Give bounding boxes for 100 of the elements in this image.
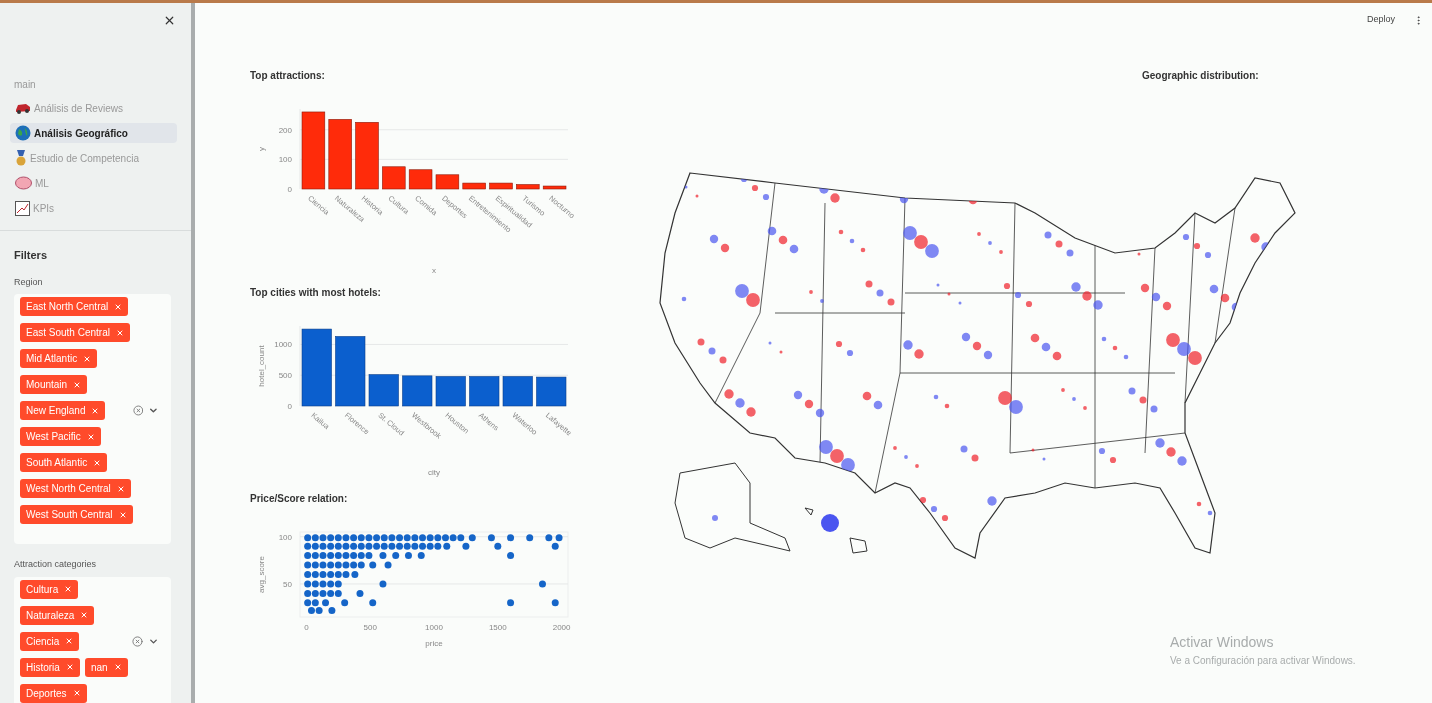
filter-label: Attraction categories [14, 558, 98, 571]
remove-icon[interactable] [115, 328, 124, 337]
axis-tick-label: 2000 [552, 623, 571, 632]
filter-tag[interactable]: Mountain [20, 375, 88, 394]
axis-tick-label: 500 [363, 623, 377, 632]
remove-icon[interactable] [91, 406, 100, 415]
axis-tick-label: 0 [287, 402, 292, 411]
filter-tag[interactable]: nan [84, 657, 128, 677]
bar [462, 182, 486, 190]
multiselect-field[interactable]: East North Central East South Central Mid Atlantic Mountain New England West Pacific South Atlantic West North Central West South Central [14, 294, 171, 544]
scatter-point [379, 580, 387, 588]
filter-tag[interactable]: West South Central [20, 505, 133, 524]
scatter-point [507, 599, 515, 607]
axis-tick-label: 500 [278, 371, 292, 381]
bar [516, 184, 540, 190]
filter-tag[interactable]: South Atlantic [20, 453, 108, 472]
axis-tick-label: 0 [287, 185, 292, 194]
remove-icon[interactable] [93, 458, 102, 467]
axis-tick-label: 1000 [274, 340, 292, 350]
deploy-button[interactable]: Deploy [1367, 13, 1395, 27]
bar [502, 376, 533, 407]
bar [542, 185, 567, 190]
bar [435, 376, 466, 407]
car-icon [15, 101, 31, 115]
remove-icon[interactable] [73, 380, 82, 389]
remove-icon[interactable] [65, 663, 74, 671]
chart-title: Top cities with most hotels: [250, 286, 382, 300]
scatter-point [539, 580, 546, 588]
remove-icon[interactable] [86, 432, 95, 441]
clear-icon[interactable] [132, 635, 143, 647]
filter-tag[interactable]: Ciencia [20, 631, 80, 651]
nav-item[interactable]: Análisis Geográfico [10, 123, 177, 143]
activation-subtitle: Ve a Configuración para activar Windows. [1170, 654, 1356, 668]
multiselect-field[interactable]: Cultura Naturaleza Ciencia Historia nan Deportes [14, 576, 171, 703]
axis-title: y [257, 147, 266, 151]
scatter-point [405, 552, 412, 560]
filter-tag[interactable]: Cultura [20, 579, 79, 599]
nav-item[interactable]: ML [10, 173, 177, 193]
activation-title: Activar Windows [1170, 633, 1275, 652]
scatter-point [507, 534, 515, 542]
bar [368, 374, 399, 407]
filter-tag[interactable]: East South Central [20, 323, 130, 342]
axis-tick-label: 0 [304, 623, 309, 632]
brain-icon [15, 176, 32, 190]
filter-tag[interactable]: East North Central [20, 297, 129, 316]
scatter-point [507, 552, 515, 560]
filter-tag[interactable]: West Pacific [20, 427, 101, 446]
filter-tag[interactable]: West North Central [20, 479, 131, 498]
nav-item[interactable]: Análisis de Reviews [10, 98, 177, 118]
axis-tick-label: 100 [278, 155, 292, 165]
bar [435, 174, 460, 190]
remove-icon[interactable] [113, 663, 122, 671]
chart-title: Geographic distribution: [1141, 69, 1260, 83]
scatter-point [341, 599, 349, 607]
remove-icon[interactable] [65, 637, 74, 645]
scatter-point [551, 599, 559, 607]
bar [355, 122, 379, 190]
remove-icon[interactable] [116, 484, 125, 493]
remove-icon[interactable] [114, 302, 123, 311]
filter-tag[interactable]: Historia [20, 657, 80, 677]
filters-heading: Filters [13, 248, 48, 263]
axis-title: price [425, 639, 443, 648]
bar [489, 182, 513, 190]
axis-title: x [432, 266, 436, 275]
bar [536, 376, 567, 407]
chart-title: Top attractions: [250, 69, 326, 83]
filter-tag[interactable]: Naturaleza [20, 605, 95, 625]
bar [408, 169, 433, 190]
bar [335, 336, 366, 407]
nav-item[interactable]: KPIs [10, 198, 177, 218]
remove-icon[interactable] [118, 510, 127, 519]
scatter-point [526, 534, 534, 542]
filter-tag[interactable]: Mid Atlantic [20, 349, 98, 368]
remove-icon[interactable] [72, 689, 81, 697]
chart-title: Price/Score relation: [250, 492, 349, 506]
bar [402, 375, 433, 407]
scatter-point [417, 552, 425, 560]
axis-tick-label: 1000 [425, 623, 443, 632]
remove-icon[interactable] [64, 585, 73, 593]
chevron-icon[interactable] [148, 405, 159, 416]
bar [469, 376, 500, 407]
remove-icon[interactable] [80, 611, 89, 619]
nav-section-label: main [13, 78, 37, 92]
axis-tick-label: 100 [278, 532, 292, 542]
axis-title: avg_score [257, 556, 266, 593]
scatter-point [369, 599, 377, 607]
axis-title: city [428, 468, 440, 477]
filter-tag[interactable]: New England [20, 401, 106, 420]
close-icon[interactable] [163, 14, 176, 27]
nav-item[interactable]: Estudio de Competencia [10, 148, 177, 168]
bar [382, 166, 406, 190]
clear-icon[interactable] [132, 405, 144, 416]
remove-icon[interactable] [83, 354, 92, 363]
axis-title: hotel_count [257, 345, 266, 387]
filter-label: Region [14, 275, 44, 289]
medal-icon [15, 150, 27, 166]
axis-tick-label: 50 [283, 579, 292, 589]
axis-tick-label: 1500 [488, 623, 507, 632]
filter-tag[interactable]: Deportes [20, 683, 87, 703]
bar [328, 119, 352, 190]
